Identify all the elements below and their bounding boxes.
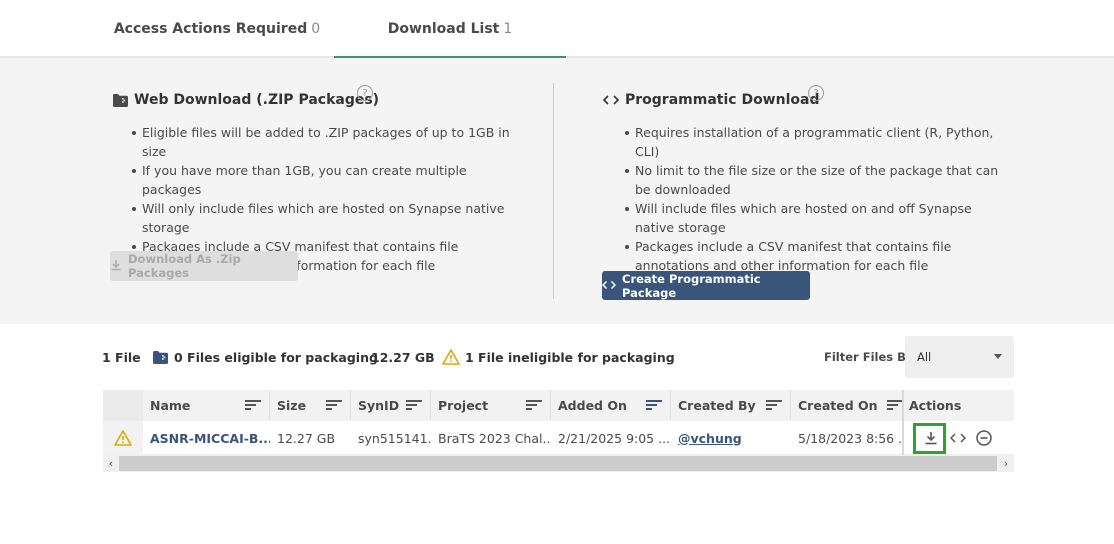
scroll-right-icon[interactable]: › [1000,457,1012,470]
column-header-added-on: Added On [551,390,671,421]
ineligible-text: 1 File ineligible for packaging [465,349,675,365]
column-label: Added On [558,398,627,413]
sort-icon[interactable] [526,400,542,411]
file-project: BraTS 2023 Chal... [438,430,551,446]
sort-icon[interactable] [766,400,782,411]
column-label: SynID [358,398,400,413]
download-options-panel: Web Download (.ZIP Packages) ? Eligible … [0,58,1114,324]
warning-column-header [103,390,143,421]
tab-label: Download List [387,21,500,37]
actions-column-divider [902,390,904,455]
column-label: Size [277,398,307,413]
sort-icon[interactable] [406,400,422,411]
column-header-size: Size [270,390,351,421]
column-label: Created On [798,398,878,413]
sort-icon[interactable] [245,400,261,411]
tab-access-actions-required[interactable]: Access Actions Required 0 [100,0,334,58]
table-row: ASNR-MICCAI-B... 12.27 GB syn515141... B… [103,421,1014,455]
chevron-down-icon [994,354,1002,359]
list-item: Will include files which are hosted on a… [623,199,1013,237]
folder-zip-icon [112,93,128,107]
filter-files-select[interactable]: All [905,336,1014,378]
help-circle-icon[interactable]: ? [357,85,373,101]
file-added-on: 2/21/2025 9:05 ... [558,430,671,446]
list-item: No limit to the file size or the size of… [623,161,1013,199]
warning-icon [442,349,460,365]
eligible-summary: 0 Files eligible for packaging [153,336,378,378]
create-programmatic-package-label: Create Programmatic Package [622,271,761,300]
programmatic-download-title-text: Programmatic Download [625,92,820,108]
column-header-project: Project [431,390,551,421]
filter-files-label: Filter Files By [824,350,914,364]
tab-bar: Access Actions Required 0 Download List … [0,0,1114,60]
sort-icon[interactable] [326,400,342,411]
column-label: Project [438,398,489,413]
panel-divider [553,83,554,299]
column-header-name: Name [143,390,270,421]
filter-value: All [917,350,932,364]
sort-icon[interactable] [887,400,903,411]
column-header-created-on: Created On [791,390,903,421]
create-programmatic-package-button[interactable]: Create Programmatic Package [601,271,810,300]
code-icon [603,93,619,107]
column-header-actions: Actions [902,390,1014,421]
remove-circle-icon[interactable] [973,421,995,455]
help-circle-icon[interactable]: ? [808,85,824,101]
download-as-zip-button[interactable]: Download As .Zip Packages [110,251,298,281]
file-created-on: 5/18/2023 8:56 ... [798,430,902,446]
column-header-synid: SynID [351,390,431,421]
tab-download-list[interactable]: Download List 1 [334,0,566,60]
sort-icon[interactable] [646,400,662,411]
scroll-left-icon[interactable]: ‹ [105,457,117,470]
file-name-link[interactable]: ASNR-MICCAI-B... [143,421,270,455]
code-icon[interactable] [947,421,969,455]
total-size: 12.27 GB [371,349,435,365]
column-header-created-by: Created By [671,390,791,421]
download-icon[interactable] [919,421,943,455]
warning-icon[interactable] [103,421,143,455]
list-item: Requires installation of a programmatic … [623,123,1013,161]
download-as-zip-label: Download As .Zip Packages [128,252,241,280]
scrollbar-thumb[interactable] [119,456,997,471]
table-header: Name Size SynID Project Added On Created… [103,390,1014,421]
list-item: If you have more than 1GB, you can creat… [130,161,520,199]
column-label: Created By [678,398,756,413]
list-item: Will only include files which are hosted… [130,199,520,237]
tab-label: Access Actions Required [113,21,308,37]
download-summary: 1 File 0 Files eligible for packaging 12… [0,336,1114,378]
tab-count: 1 [503,21,513,37]
download-list-table: Name Size SynID Project Added On Created… [103,390,1014,455]
code-icon [601,279,617,293]
created-by-link[interactable]: @vchung [671,421,791,455]
column-label: Name [150,398,191,413]
web-download-title: Web Download (.ZIP Packages) [112,92,379,108]
list-item: Eligible files will be added to .ZIP pac… [130,123,520,161]
file-count: 1 File [102,349,141,365]
eligible-text: 0 Files eligible for packaging [174,349,378,365]
list-item: Packages include a CSV manifest that con… [623,237,1013,275]
programmatic-download-title: Programmatic Download [603,92,819,108]
download-icon [110,259,122,274]
file-synid: syn515141... [358,430,431,446]
column-label: Actions [909,398,962,413]
tab-count: 0 [311,21,321,37]
file-size: 12.27 GB [277,430,336,446]
programmatic-download-bullets: Requires installation of a programmatic … [623,123,1013,275]
folder-zip-icon [153,350,168,364]
ineligible-summary: 1 File ineligible for packaging [442,336,675,378]
web-download-title-text: Web Download (.ZIP Packages) [134,92,380,108]
table-horizontal-scrollbar[interactable]: ‹ › [103,455,1014,472]
